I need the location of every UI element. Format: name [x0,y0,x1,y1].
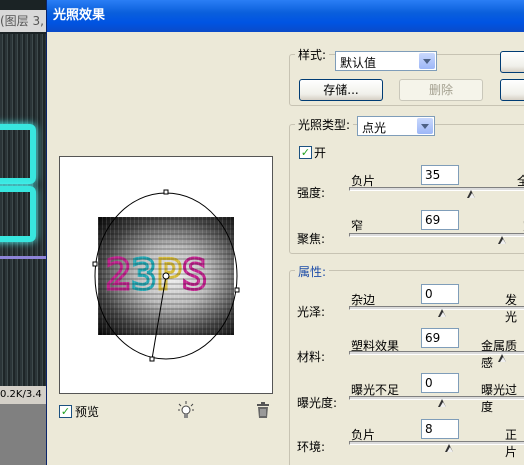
light-type-select-value: 点光 [362,121,387,135]
gloss-slider-handle[interactable] [438,309,447,318]
workspace-background [0,404,46,465]
ok-button[interactable] [500,51,524,73]
document-tab[interactable]: (图层 3, [0,10,46,32]
intensity-slider-handle[interactable] [467,190,476,199]
document-status: 0.2K/3.4 [0,386,46,404]
exposure-slider-handle[interactable] [438,399,447,408]
light-on-label: 开 [314,146,327,160]
preview-area[interactable]: 23PS [59,156,273,394]
chevron-down-icon[interactable] [417,118,433,134]
dialog-title[interactable]: 光照效果 [47,0,524,32]
cancel-button[interactable] [500,79,524,101]
chevron-down-icon[interactable] [419,53,435,69]
light-on-checkbox[interactable]: ✓ [299,146,312,159]
exposure-input[interactable]: 0 [421,373,459,393]
gloss-slider[interactable] [349,306,524,310]
ambience-input[interactable]: 8 [421,419,459,439]
ambience-slider-handle[interactable] [445,444,454,453]
light-type-legend: 光照类型: [295,116,354,133]
delete-button[interactable]: 删除 [399,79,483,101]
material-slider-handle[interactable] [498,354,507,363]
preview-checkbox[interactable]: ✓ [59,405,72,418]
focus-label: 聚焦: [297,232,326,246]
ambience-slider[interactable] [349,441,524,445]
style-legend: 样式: [295,46,330,63]
intensity-slider[interactable] [349,187,524,191]
background-document: (图层 3, 0.2K/3.4 [0,0,46,465]
intensity-input[interactable]: 35 [421,165,459,185]
neon-shape [0,124,36,184]
light-on-row[interactable]: ✓ 开 [299,144,326,161]
focus-slider-handle[interactable] [498,236,507,245]
lighting-effects-dialog: 光照效果 23PS ✓ 预览 样式: 默认值 存储... 删除 光照类型: 点光… [46,0,524,465]
gloss-label: 光泽: [297,305,326,319]
focus-input[interactable]: 69 [421,210,459,230]
style-select-value: 默认值 [340,56,377,70]
exposure-label: 曝光度: [297,396,338,410]
preview-label: 预览 [75,405,100,419]
trash-icon[interactable] [255,402,271,418]
document-canvas [0,34,46,386]
properties-legend: 属性: [295,263,330,280]
light-type-select[interactable]: 点光 [357,116,435,136]
save-button[interactable]: 存储... [299,79,383,101]
preview-checkbox-row[interactable]: ✓ 预览 [59,403,99,420]
intensity-label: 强度: [297,186,326,200]
light-ellipse[interactable] [60,157,274,395]
style-select[interactable]: 默认值 [335,51,437,71]
light-bulb-icon[interactable] [177,400,195,420]
material-label: 材料: [297,350,326,364]
ambience-label: 环境: [297,440,326,454]
gloss-input[interactable]: 0 [421,284,459,304]
guide-line [0,256,46,259]
exposure-slider[interactable] [349,396,524,400]
material-input[interactable]: 69 [421,328,459,348]
focus-min-label: 窄 [351,219,364,233]
neon-shape [0,186,36,242]
